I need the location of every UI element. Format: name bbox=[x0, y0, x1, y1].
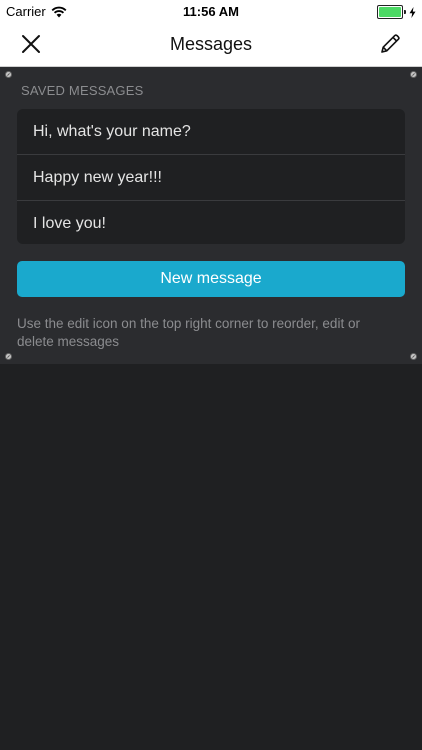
battery-cap bbox=[404, 10, 406, 14]
list-item[interactable]: I love you! bbox=[17, 201, 405, 246]
battery-icon bbox=[377, 5, 403, 19]
list-item[interactable]: Hi, what's your name? bbox=[17, 109, 405, 155]
status-time: 11:56 AM bbox=[183, 4, 239, 19]
saved-messages-list: Hi, what's your name? Happy new year!!! … bbox=[17, 109, 405, 244]
screw-bottom-left bbox=[5, 353, 12, 360]
saved-messages-panel: SAVED MESSAGES Hi, what's your name? Hap… bbox=[0, 67, 422, 364]
screw-top-right bbox=[410, 71, 417, 78]
charging-bolt-icon bbox=[409, 6, 416, 18]
nav-bar: Messages bbox=[0, 22, 422, 67]
page-title: Messages bbox=[169, 34, 253, 54]
screw-bottom-right bbox=[410, 353, 417, 360]
section-title: SAVED MESSAGES bbox=[21, 83, 144, 98]
screw-top-left bbox=[5, 71, 12, 78]
pencil-icon[interactable] bbox=[378, 32, 402, 56]
battery-fill bbox=[379, 7, 401, 17]
status-right bbox=[377, 5, 416, 19]
hint-text: Use the edit icon on the top right corne… bbox=[17, 316, 360, 349]
new-message-button[interactable]: New message bbox=[17, 261, 405, 297]
list-item[interactable]: Happy new year!!! bbox=[17, 155, 405, 201]
status-bar: Carrier 11:56 AM bbox=[0, 0, 422, 22]
